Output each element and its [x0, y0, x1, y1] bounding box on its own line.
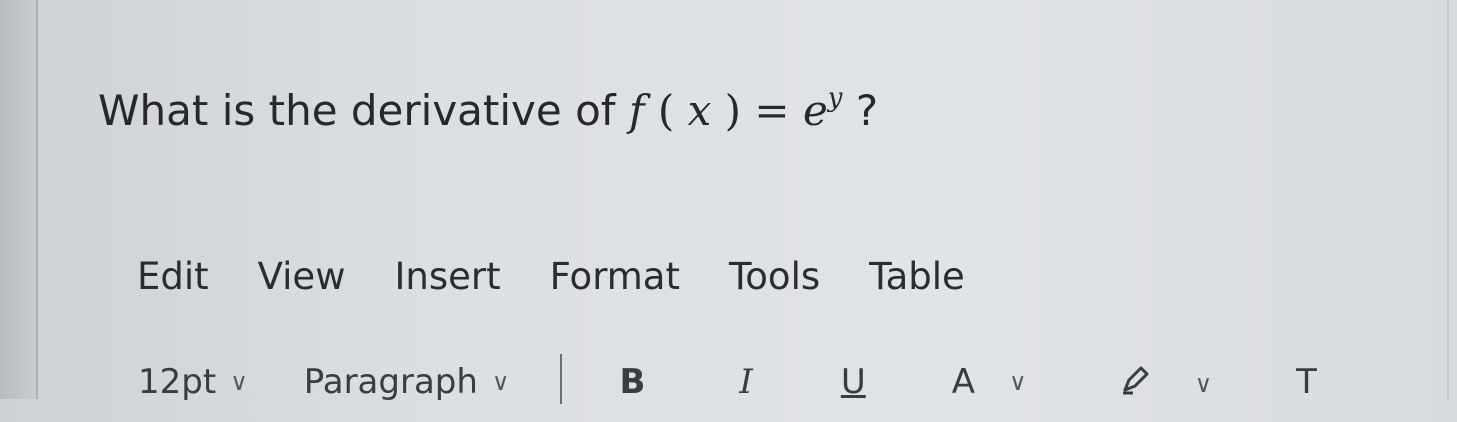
- font-size-value: 12pt: [138, 362, 217, 402]
- chevron-down-icon: ∨: [491, 368, 510, 396]
- menu-tools[interactable]: Tools: [729, 255, 820, 298]
- toolbar-divider: [559, 354, 562, 404]
- italic-button[interactable]: I: [739, 362, 752, 402]
- bold-button[interactable]: B: [620, 362, 646, 402]
- right-border: [1447, 0, 1449, 399]
- left-panel-shade: [0, 0, 38, 399]
- menu-format[interactable]: Format: [550, 255, 680, 298]
- math-variable: x: [687, 86, 712, 135]
- math-paren-open: (: [657, 86, 675, 135]
- underline-button[interactable]: U: [841, 362, 866, 402]
- question-suffix: ?: [855, 86, 879, 135]
- math-paren-close: ): [724, 86, 742, 135]
- more-format-button[interactable]: T: [1296, 362, 1317, 402]
- menu-edit[interactable]: Edit: [137, 255, 209, 298]
- menu-insert[interactable]: Insert: [394, 255, 500, 298]
- math-expression: f ( x ) = ey: [628, 83, 856, 135]
- editor-toolbar: 12pt ∨ Paragraph ∨ B I U A ∨ ∨ T: [138, 354, 1317, 422]
- text-color-label: A: [951, 362, 976, 402]
- text-color-button[interactable]: A ∨: [952, 362, 1027, 402]
- chevron-down-icon: ∨: [1009, 368, 1027, 396]
- question-text: What is the derivative of f ( x ) = ey ?: [98, 72, 878, 141]
- font-size-select[interactable]: 12pt ∨: [138, 362, 248, 402]
- editor-menubar: Edit View Insert Format Tools Table: [137, 250, 1014, 302]
- math-exponent: y: [827, 83, 843, 113]
- math-base: e: [802, 86, 828, 135]
- chevron-down-icon: ∨: [1194, 369, 1213, 398]
- question-prefix: What is the derivative of: [98, 86, 629, 135]
- left-border: [36, 0, 38, 399]
- math-function: f: [628, 86, 645, 135]
- block-format-value: Paragraph: [303, 362, 478, 402]
- chevron-down-icon: ∨: [230, 368, 248, 396]
- math-equals: =: [754, 86, 803, 135]
- menu-table[interactable]: Table: [869, 255, 965, 298]
- menu-view[interactable]: View: [258, 255, 346, 298]
- block-format-select[interactable]: Paragraph ∨: [304, 362, 510, 402]
